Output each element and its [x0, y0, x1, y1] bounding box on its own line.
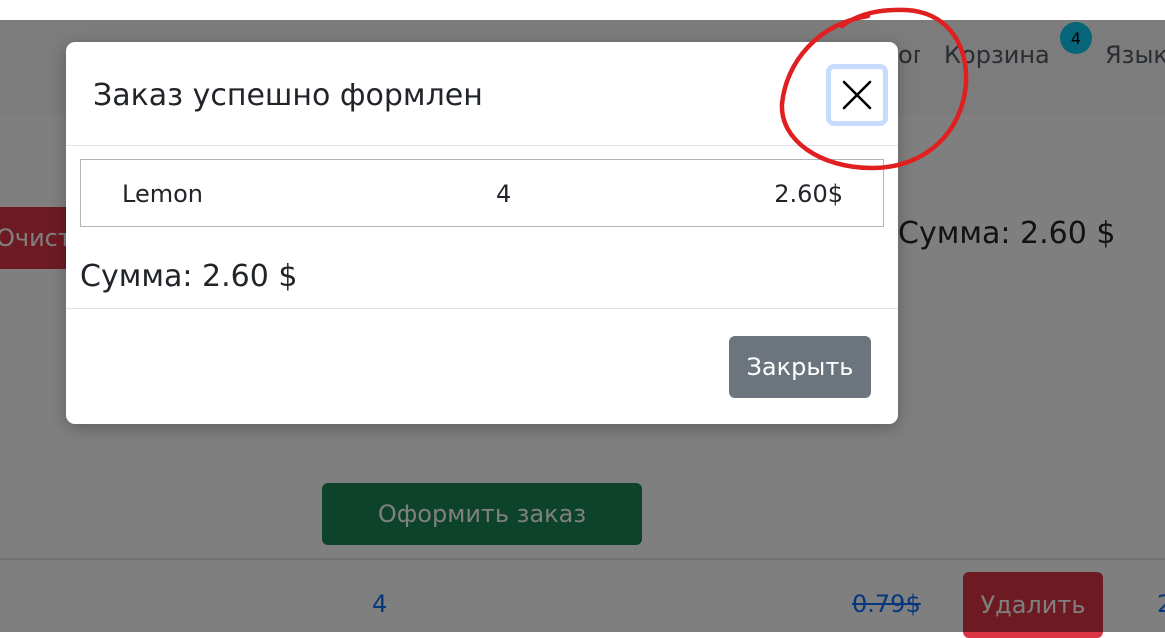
top-strip [0, 0, 1165, 20]
order-item-quantity: 4 [496, 180, 512, 208]
order-item-name: Lemon [122, 180, 203, 208]
close-x-icon [842, 80, 872, 110]
modal-body: Lemon 4 2.60$ Сумма: 2.60 $ [66, 146, 898, 308]
order-items-table: Lemon 4 2.60$ [80, 159, 884, 227]
modal-close-footer-button[interactable]: Закрыть [729, 336, 871, 398]
order-success-modal: Заказ успешно формлен Lemon 4 2.60$ Сумм… [66, 42, 898, 424]
modal-title: Заказ успешно формлен [93, 78, 483, 113]
modal-footer: Закрыть [66, 308, 898, 424]
modal-close-button[interactable] [826, 64, 888, 126]
modal-order-sum: Сумма: 2.60 $ [80, 259, 298, 294]
modal-header: Заказ успешно формлен [66, 42, 898, 146]
order-item-price: 2.60$ [774, 180, 843, 208]
